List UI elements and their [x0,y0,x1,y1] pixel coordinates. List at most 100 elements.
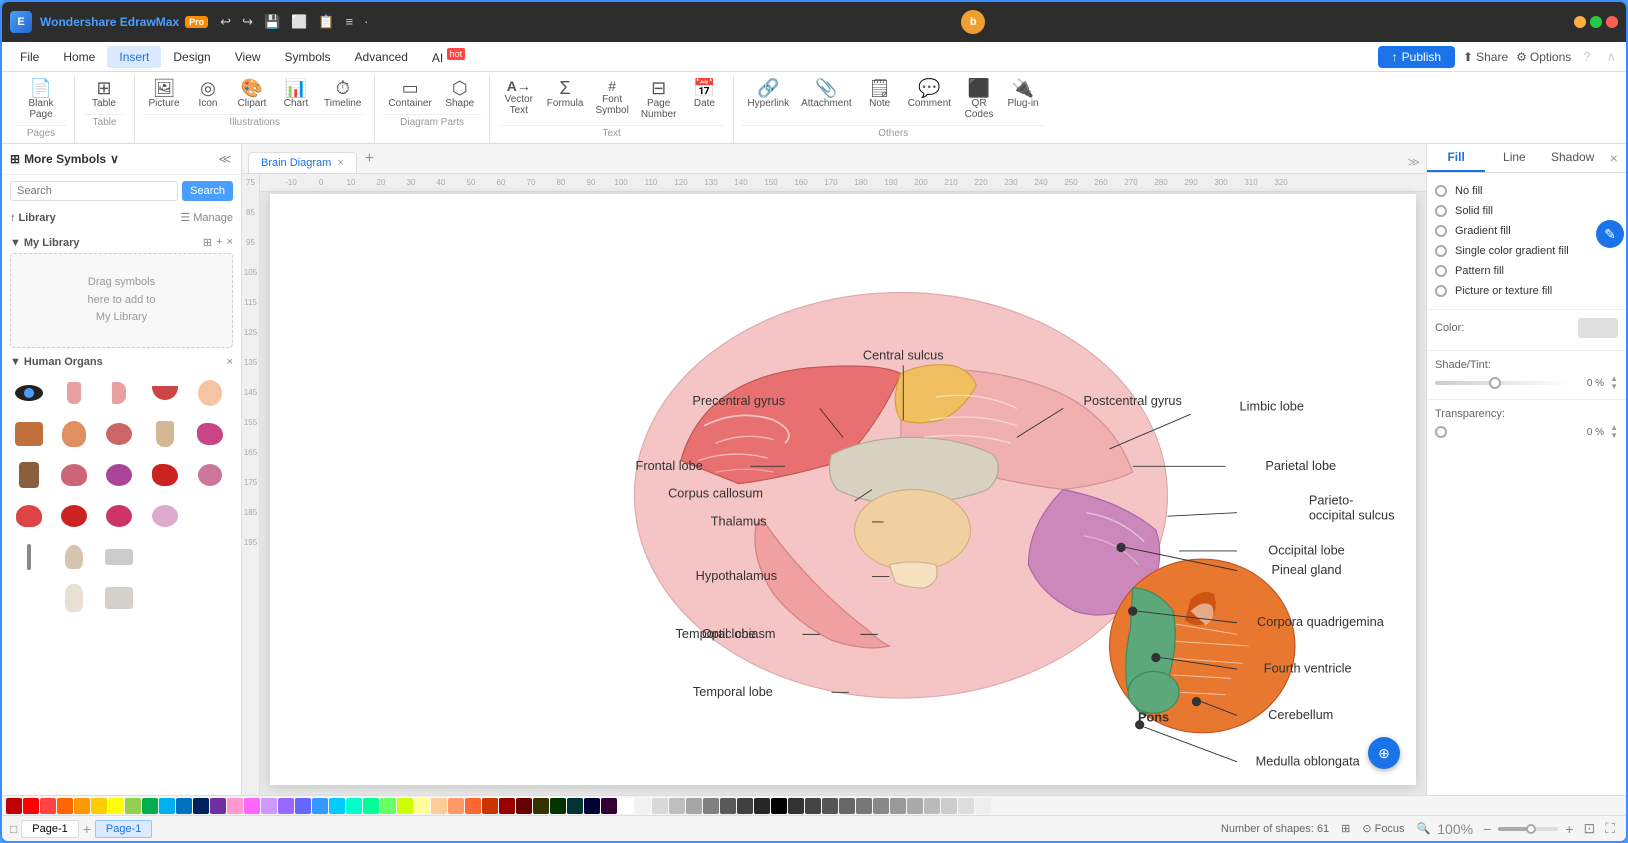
ribbon-item-vector-text[interactable]: A→ VectorText [498,76,540,123]
palette-color[interactable] [907,798,923,814]
paste-button[interactable]: 📋 [314,12,338,32]
symbol-organ-5-3[interactable] [100,538,138,576]
palette-color[interactable] [431,798,447,814]
ribbon-item-blank-page[interactable]: 📄 BlankPage [16,76,66,123]
fill-option-pattern[interactable]: Pattern fill [1435,261,1618,281]
palette-color[interactable] [550,798,566,814]
symbol-organ-4-4[interactable] [146,497,184,535]
symbol-organ-6-5[interactable] [191,579,229,617]
symbol-organ-6-4[interactable] [146,579,184,617]
search-button[interactable]: Search [182,181,233,201]
symbol-organ-6-3[interactable] [100,579,138,617]
close-button[interactable] [1606,16,1618,28]
palette-color[interactable] [958,798,974,814]
user-avatar[interactable]: b [961,10,985,34]
symbol-organ-6-2[interactable] [55,579,93,617]
palette-color[interactable] [261,798,277,814]
layers-button[interactable]: ⊞ [1341,822,1350,835]
shade-step-down[interactable]: ▼ [1610,383,1618,391]
redo-button[interactable]: ↪ [238,12,257,32]
ribbon-item-table[interactable]: ⊞ Table [83,76,125,112]
palette-color[interactable] [74,798,90,814]
symbol-organ-4-3[interactable] [100,497,138,535]
add-tab-button[interactable]: + [359,146,380,172]
palette-color[interactable] [873,798,889,814]
palette-color[interactable] [941,798,957,814]
palette-color[interactable] [788,798,804,814]
zoom-in-button[interactable]: + [1562,821,1576,837]
symbol-organ-6-1[interactable] [10,579,48,617]
ribbon-item-chart[interactable]: 📊 Chart [275,76,317,112]
symbol-organ-4-1[interactable] [10,497,48,535]
symbol-organ-2-1[interactable] [10,415,48,453]
my-library-grid-button[interactable]: ⊞ [203,236,212,249]
collapse-button[interactable]: ∧ [1602,47,1620,67]
menu-insert[interactable]: Insert [107,46,161,68]
shade-slider[interactable] [1435,381,1570,385]
palette-color[interactable] [295,798,311,814]
zoom-out-button[interactable]: − [1480,821,1494,837]
search-input[interactable] [10,181,178,201]
palette-color[interactable] [6,798,22,814]
palette-color[interactable] [703,798,719,814]
right-panel-tab-fill[interactable]: Fill [1427,144,1485,172]
fill-option-picture[interactable]: Picture or texture fill [1435,281,1618,301]
transparency-stepper[interactable]: ▲ ▼ [1610,424,1618,440]
ribbon-item-page-number[interactable]: ⊟ PageNumber [636,76,682,123]
share-button[interactable]: ⬆ Share [1463,50,1508,64]
palette-color[interactable] [805,798,821,814]
symbol-organ-5-2[interactable] [55,538,93,576]
ribbon-item-qr-codes[interactable]: ⬛ QRCodes [958,76,1000,123]
symbol-organ-2-4[interactable] [146,415,184,453]
transparency-slider[interactable] [1435,430,1570,434]
symbol-eye[interactable] [10,374,48,412]
symbol-organ-4-5[interactable] [191,497,229,535]
symbol-organ-2-2[interactable] [55,415,93,453]
tab-close-button[interactable]: × [337,157,343,169]
ribbon-item-picture[interactable]: 🖼 Picture [143,76,185,112]
human-organs-close-button[interactable]: × [227,356,233,368]
palette-color[interactable] [176,798,192,814]
symbol-organ-4-2[interactable] [55,497,93,535]
pages-toggle-button[interactable]: □ [10,822,17,836]
ribbon-item-note[interactable]: 🗒 Note [859,76,901,123]
canvas-paper[interactable]: Central sulcus Postcentral gyrus Precent… [270,194,1416,785]
symbol-organ-3-4[interactable] [146,456,184,494]
sidebar-collapse-button[interactable]: ≪ [216,150,233,168]
floating-action-button[interactable]: ⊕ [1368,737,1400,769]
symbol-organ-2-3[interactable] [100,415,138,453]
expand-tabs-button[interactable]: ≫ [1401,151,1426,173]
palette-color[interactable] [499,798,515,814]
ribbon-item-comment[interactable]: 💬 Comment [903,76,956,123]
ribbon-item-formula[interactable]: Σ Formula [542,76,589,123]
fill-option-single-gradient[interactable]: Single color gradient fill [1435,241,1618,261]
palette-color[interactable] [210,798,226,814]
fullscreen-button[interactable]: ⛶ [1602,820,1618,837]
fill-option-gradient[interactable]: Gradient fill [1435,221,1618,241]
palette-color[interactable] [601,798,617,814]
page-tab-1-active[interactable]: Page-1 [95,820,152,838]
palette-color[interactable] [890,798,906,814]
canvas-tab-brain-diagram[interactable]: Brain Diagram × [248,152,357,173]
symbol-organ-5-1[interactable] [10,538,48,576]
ribbon-item-timeline[interactable]: ⏱ Timeline [319,76,366,112]
right-panel-tab-shadow[interactable]: Shadow [1544,144,1602,172]
palette-color[interactable] [142,798,158,814]
save-button[interactable]: 💾 [260,12,284,32]
ribbon-item-font-symbol[interactable]: # FontSymbol [590,76,633,123]
palette-color[interactable] [975,798,991,814]
palette-color[interactable] [737,798,753,814]
palette-color[interactable] [822,798,838,814]
palette-color[interactable] [533,798,549,814]
right-panel-tab-line[interactable]: Line [1485,144,1543,172]
shade-stepper[interactable]: ▲ ▼ [1610,375,1618,391]
add-page-button[interactable]: + [83,821,91,837]
menu-design[interactable]: Design [161,46,222,68]
symbol-organ-2-5[interactable] [191,415,229,453]
palette-color[interactable] [720,798,736,814]
palette-color[interactable] [363,798,379,814]
menu-file[interactable]: File [8,46,51,68]
symbol-face[interactable] [191,374,229,412]
palette-color[interactable] [397,798,413,814]
publish-button[interactable]: ↑ Publish [1378,46,1455,68]
